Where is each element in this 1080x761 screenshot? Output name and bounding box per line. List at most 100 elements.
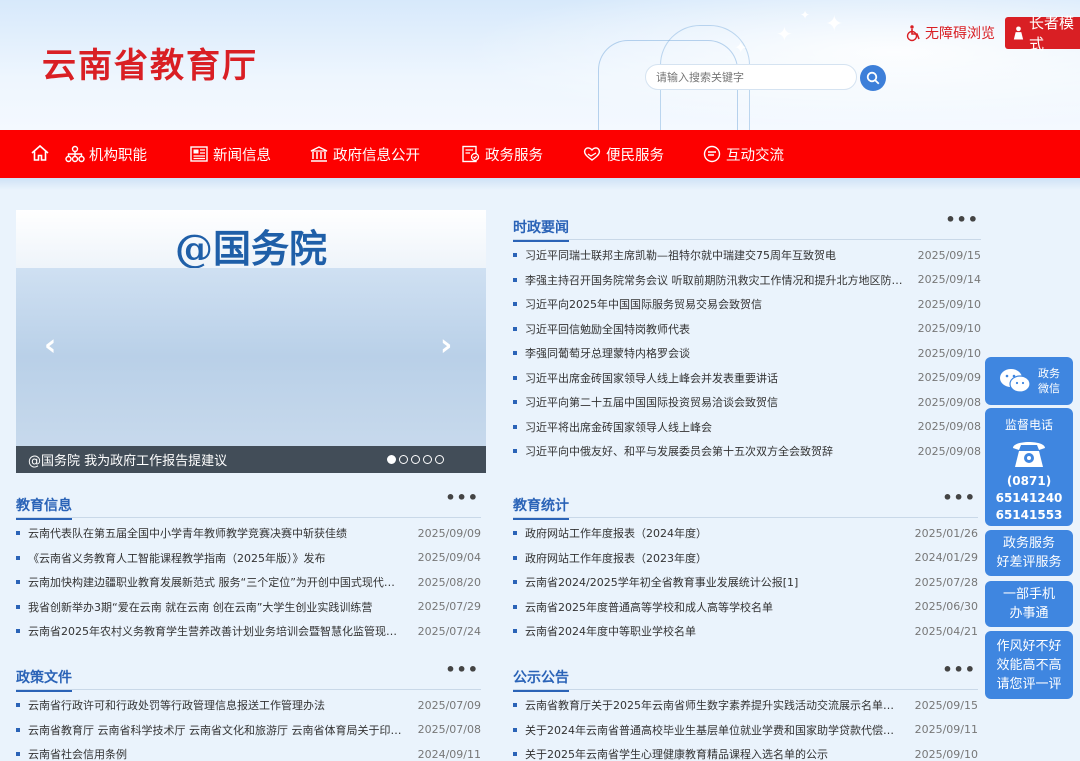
list-item[interactable]: 云南省教育厅 云南省科学技术厅 云南省文化和旅游厅 云南省体育局关于印… 2025… (16, 718, 481, 743)
panel-title[interactable]: 教育信息 (16, 495, 72, 520)
bullet-icon (16, 555, 20, 560)
panel-title[interactable]: 公示公告 (513, 667, 569, 692)
carousel-dot[interactable] (387, 455, 396, 464)
more-button[interactable]: ••• (445, 660, 479, 679)
wechat-widget[interactable]: 政务 微信 (985, 357, 1073, 405)
list-item-title[interactable]: 云南省2025年农村义务教育学生营养改善计划业务培训会暨智慧化监管现… (28, 623, 418, 639)
list-item-title[interactable]: 习近平向中俄友好、和平与发展委员会第十五次双方全会致贺辞 (525, 443, 918, 459)
hotline-title: 监督电话 (1004, 418, 1053, 432)
nav-item-gov-info[interactable]: 政府信息公开 (309, 130, 420, 178)
list-item-title[interactable]: 习近平同瑞士联邦主席凯勒—祖特尔就中瑞建交75周年互致贺电 (525, 247, 918, 263)
carousel-dot[interactable] (423, 455, 432, 464)
list-item-title[interactable]: 云南省2024年度中等职业学校名单 (525, 623, 915, 639)
list-item-title[interactable]: 云南加快构建边疆职业教育发展新范式 服务“三个定位”为开创中国式现代… (28, 574, 418, 590)
panel-title[interactable]: 教育统计 (513, 495, 569, 520)
list-item-date: 2025/09/15 (914, 698, 978, 712)
header: ✦ ✦ ✦ ✦ 云南省教育厅 无障碍浏览 长者模式 (0, 0, 1080, 130)
home-icon[interactable] (30, 144, 50, 166)
list-item-title[interactable]: 政府网站工作年度报表（2024年度） (525, 525, 915, 541)
carousel-dot[interactable] (435, 455, 444, 464)
list-item[interactable]: 云南省2024年度中等职业学校名单 2025/04/21 (513, 619, 978, 644)
list-item-date: 2025/07/08 (417, 723, 481, 737)
list-item-title[interactable]: 习近平向第二十五届中国国际投资贸易洽谈会致贺信 (525, 394, 918, 410)
list-item[interactable]: 李强主持召开国务院常务会议 听取前期防汛救灾工作情况和提升北方地区防… 2025/… (513, 268, 981, 293)
list-item[interactable]: 政府网站工作年度报表（2023年度） 2024/01/29 (513, 546, 978, 571)
list-item[interactable]: 云南代表队在第五届全国中小学青年教师教学竞赛决赛中斩获佳绩 2025/09/09 (16, 521, 481, 546)
panel-title[interactable]: 时政要闻 (513, 217, 569, 242)
list-item[interactable]: 习近平将出席金砖国家领导人线上峰会 2025/09/08 (513, 415, 981, 440)
carousel-dot[interactable] (411, 455, 420, 464)
list-item-title[interactable]: 云南省2024/2025学年初全省教育事业发展统计公报[1] (525, 574, 915, 590)
nav-item-news[interactable]: 新闻信息 (189, 130, 271, 178)
list-item-title[interactable]: 关于2025年云南省学生心理健康教育精品课程入选名单的公示 (525, 746, 915, 761)
list-item[interactable]: 习近平向2025年中国国际服务贸易交易会致贺信 2025/09/10 (513, 292, 981, 317)
list-item-title[interactable]: 习近平向2025年中国国际服务贸易交易会致贺信 (525, 296, 918, 312)
list-item[interactable]: 云南省社会信用条例 2024/09/11 (16, 742, 481, 761)
bullet-icon (513, 752, 517, 757)
news-carousel[interactable]: @国务院 ‹ › @国务院 我为政府工作报告提建议 (16, 210, 486, 473)
news-list: 云南省教育厅关于2025年云南省师生数字素养提升实践活动交流展示名单… 2025/… (513, 693, 978, 761)
list-item[interactable]: 我省创新举办3期“爱在云南 就在云南 创在云南”大学生创业实践训练营 2025/0… (16, 595, 481, 620)
list-item[interactable]: 李强同葡萄牙总理蒙特内格罗会谈 2025/09/10 (513, 341, 981, 366)
hotline-widget[interactable]: 监督电话 (0871) 65141240 65141553 (985, 408, 1073, 526)
nav-item-convenience[interactable]: 便民服务 (582, 130, 664, 178)
list-item-title[interactable]: 政府网站工作年度报表（2023年度） (525, 550, 915, 566)
list-item[interactable]: 云南省2025年农村义务教育学生营养改善计划业务培训会暨智慧化监管现… 2025/… (16, 619, 481, 644)
list-item[interactable]: 云南省2024/2025学年初全省教育事业发展统计公报[1] 2025/07/28 (513, 570, 978, 595)
newspaper-icon (190, 146, 208, 162)
list-item[interactable]: 云南加快构建边疆职业教育发展新范式 服务“三个定位”为开创中国式现代… 2025/… (16, 570, 481, 595)
list-item-title[interactable]: 云南省行政许可和行政处罚等行政管理信息报送工作管理办法 (28, 697, 418, 713)
list-item[interactable]: 云南省教育厅关于2025年云南省师生数字素养提升实践活动交流展示名单… 2025/… (513, 693, 978, 718)
site-title[interactable]: 云南省教育厅 (42, 38, 258, 87)
carousel-prev-button[interactable]: ‹ (44, 328, 56, 363)
list-item-title[interactable]: 关于2024年云南省普通高校毕业生基层单位就业学费和国家助学贷款代偿… (525, 722, 915, 738)
list-item-title[interactable]: 李强主持召开国务院常务会议 听取前期防汛救灾工作情况和提升北方地区防… (525, 272, 918, 288)
more-button[interactable]: ••• (942, 660, 976, 679)
more-button[interactable]: ••• (942, 488, 976, 507)
bullet-icon (16, 727, 20, 732)
list-item[interactable]: 关于2025年云南省学生心理健康教育精品课程入选名单的公示 2025/09/10 (513, 742, 978, 761)
list-item-title[interactable]: 习近平将出席金砖国家领导人线上峰会 (525, 419, 918, 435)
list-item[interactable]: 习近平同瑞士联邦主席凯勒—祖特尔就中瑞建交75周年互致贺电 2025/09/15 (513, 243, 981, 268)
search-box[interactable] (645, 64, 857, 90)
list-item[interactable]: 习近平向中俄友好、和平与发展委员会第十五次双方全会致贺辞 2025/09/08 (513, 439, 981, 464)
nav-item-org[interactable]: 机构职能 (65, 130, 147, 178)
list-item[interactable]: 习近平向第二十五届中国国际投资贸易洽谈会致贺信 2025/09/08 (513, 390, 981, 415)
more-button[interactable]: ••• (445, 488, 479, 507)
search-button[interactable] (860, 65, 886, 91)
list-item-title[interactable]: 云南代表队在第五届全国中小学青年教师教学竞赛决赛中斩获佳绩 (28, 525, 418, 541)
list-item-title[interactable]: 习近平回信勉励全国特岗教师代表 (525, 321, 918, 337)
elder-mode-button[interactable]: 长者模式 (1005, 14, 1080, 53)
accessibility-link[interactable]: 无障碍浏览 (905, 23, 995, 43)
list-item[interactable]: 云南省2025年度普通高等学校和成人高等学校名单 2025/06/30 (513, 595, 978, 620)
list-item-title[interactable]: 云南省教育厅 云南省科学技术厅 云南省文化和旅游厅 云南省体育局关于印… (28, 722, 418, 738)
search-icon (866, 71, 880, 85)
list-item[interactable]: 《云南省义务教育人工智能课程教学指南（2025年版）》发布 2025/09/04 (16, 546, 481, 571)
list-item-title[interactable]: 云南省2025年度普通高等学校和成人高等学校名单 (525, 599, 915, 615)
service-review-link[interactable]: 政务服务 好差评服务 (985, 530, 1073, 576)
panel-title[interactable]: 政策文件 (16, 667, 72, 692)
feedback-link[interactable]: 作风好不好 效能高不高 请您评一评 (985, 631, 1073, 699)
list-item[interactable]: 关于2024年云南省普通高校毕业生基层单位就业学费和国家助学贷款代偿… 2025/… (513, 718, 978, 743)
list-item[interactable]: 政府网站工作年度报表（2024年度） 2025/01/26 (513, 521, 978, 546)
nav-item-interaction[interactable]: 互动交流 (702, 130, 784, 178)
list-item[interactable]: 习近平出席金砖国家领导人线上峰会并发表重要讲话 2025/09/09 (513, 366, 981, 391)
panel-header: 时政要闻 ••• (513, 210, 981, 242)
carousel-dot[interactable] (399, 455, 408, 464)
mobile-service-link[interactable]: 一部手机 办事通 (985, 581, 1073, 627)
list-item-title[interactable]: 《云南省义务教育人工智能课程教学指南（2025年版）》发布 (28, 550, 418, 566)
list-item-title[interactable]: 云南省教育厅关于2025年云南省师生数字素养提升实践活动交流展示名单… (525, 697, 915, 713)
bullet-icon (513, 277, 517, 282)
search-input[interactable] (646, 65, 836, 89)
more-button[interactable]: ••• (945, 210, 979, 229)
bullet-icon (513, 302, 517, 307)
list-item-title[interactable]: 云南省社会信用条例 (28, 746, 418, 761)
list-item[interactable]: 习近平回信勉励全国特岗教师代表 2025/09/10 (513, 317, 981, 342)
list-item[interactable]: 云南省行政许可和行政处罚等行政管理信息报送工作管理办法 2025/07/09 (16, 693, 481, 718)
list-item-title[interactable]: 李强同葡萄牙总理蒙特内格罗会谈 (525, 345, 918, 361)
nav-item-gov-service[interactable]: 政务服务 (461, 130, 543, 178)
list-item-title[interactable]: 习近平出席金砖国家领导人线上峰会并发表重要讲话 (525, 370, 918, 386)
wechat-icon (1000, 369, 1031, 393)
carousel-next-button[interactable]: › (440, 328, 452, 363)
list-item-title[interactable]: 我省创新举办3期“爱在云南 就在云南 创在云南”大学生创业实践训练营 (28, 599, 418, 615)
